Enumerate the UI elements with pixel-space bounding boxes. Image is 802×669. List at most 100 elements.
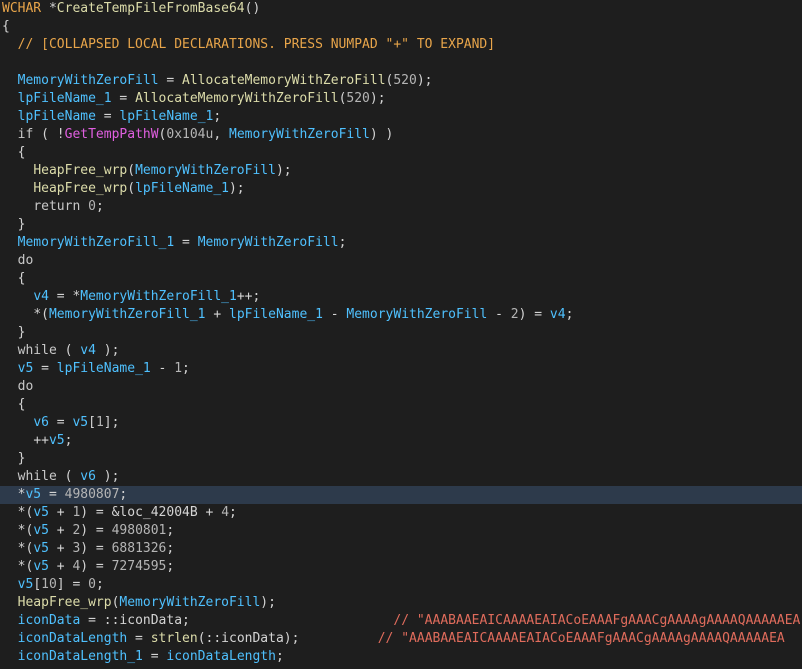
code-line[interactable]: *(v5 + 1) = &loc_42004B + 4; (0, 504, 802, 522)
code-token-var[interactable]: lpFileName (18, 109, 96, 124)
code-token-var[interactable]: MemoryWithZeroFill (135, 163, 276, 178)
code-token-var[interactable]: lpFileName_1 (18, 91, 112, 106)
code-token-punc: ]; (103, 415, 120, 430)
code-token-var[interactable]: v5 (33, 505, 49, 520)
code-token-var[interactable]: v4 (33, 289, 49, 304)
code-token-col: WCHAR (2, 1, 42, 16)
code-line[interactable]: return 0; (0, 198, 802, 216)
code-token-var[interactable]: lpFileName_1 (119, 109, 213, 124)
code-line[interactable]: v5 = lpFileName_1 - 1; (0, 360, 802, 378)
code-token-punc: [ (33, 577, 42, 592)
code-token-var[interactable]: v4 (550, 307, 566, 322)
code-token-var[interactable]: v5 (33, 559, 49, 574)
code-token-var[interactable]: iconDataLength (18, 631, 128, 646)
code-token-sp (2, 415, 33, 430)
code-token-var[interactable]: MemoryWithZeroFill_1 (80, 289, 237, 304)
code-token-fn[interactable]: HeapFree_wrp (33, 163, 127, 178)
code-token-lbl[interactable]: loc_42004B (119, 505, 197, 520)
code-token-var[interactable]: v4 (80, 343, 96, 358)
code-token-var[interactable]: v5 (25, 487, 41, 502)
code-line[interactable]: MemoryWithZeroFill_1 = MemoryWithZeroFil… (0, 234, 802, 252)
code-line[interactable]: WCHAR *CreateTempFileFromBase64() (0, 0, 802, 18)
code-token-punc: ; (166, 559, 175, 574)
code-line[interactable]: HeapFree_wrp(lpFileName_1); (0, 180, 802, 198)
code-line[interactable]: do (0, 378, 802, 396)
code-token-var[interactable]: lpFileName_1 (57, 361, 151, 376)
code-token-punc: ( (127, 163, 136, 178)
code-token-punc: ] = (56, 577, 89, 592)
code-token-fn[interactable]: AllocateMemoryWithZeroFill (182, 73, 386, 88)
code-line[interactable]: lpFileName = lpFileName_1; (0, 108, 802, 126)
code-line[interactable]: v6 = v5[1]; (0, 414, 802, 432)
code-token-var[interactable]: iconData (18, 613, 81, 628)
code-line[interactable]: MemoryWithZeroFill = AllocateMemoryWithZ… (0, 72, 802, 90)
code-line[interactable]: HeapFree_wrp(MemoryWithZeroFill); (0, 162, 802, 180)
code-token-punc: = (158, 73, 183, 88)
code-token-api[interactable]: GetTempPathW (65, 127, 159, 142)
code-line[interactable]: { (0, 18, 802, 36)
code-token-var[interactable]: v5 (72, 415, 88, 430)
code-token-punc: - (322, 307, 347, 322)
code-line[interactable]: *(v5 + 4) = 7274595; (0, 558, 802, 576)
code-token-var[interactable]: v5 (18, 361, 34, 376)
code-line[interactable]: v4 = *MemoryWithZeroFill_1++; (0, 288, 802, 306)
code-token-var[interactable]: MemoryWithZeroFill (119, 595, 260, 610)
code-line[interactable]: *v5 = 4980807; (0, 486, 802, 504)
code-token-var[interactable]: MemoryWithZeroFill_1 (18, 235, 175, 250)
code-token-var[interactable]: v5 (33, 523, 49, 538)
code-token-punc: + (48, 559, 73, 574)
code-line[interactable]: lpFileName_1 = AllocateMemoryWithZeroFil… (0, 90, 802, 108)
code-token-punc: ) = & (80, 505, 120, 520)
code-line[interactable]: } (0, 216, 802, 234)
code-token-punc: ; (64, 433, 73, 448)
code-token-var[interactable]: MemoryWithZeroFill (18, 73, 159, 88)
code-token-id[interactable]: iconData (119, 613, 182, 628)
code-token-num: 10 (41, 577, 57, 592)
code-token-fn[interactable]: HeapFree_wrp (18, 595, 112, 610)
code-token-punc: - (150, 361, 175, 376)
code-token-fn[interactable]: CreateTempFileFromBase64 (57, 1, 245, 16)
code-token-fn[interactable]: HeapFree_wrp (33, 181, 127, 196)
code-line[interactable]: iconDataLength_1 = iconDataLength; (0, 648, 802, 666)
code-line[interactable]: do (0, 252, 802, 270)
code-token-id[interactable]: iconData (221, 631, 284, 646)
code-line[interactable]: { (0, 270, 802, 288)
code-line[interactable]: HeapFree_wrp(MemoryWithZeroFill); (0, 594, 802, 612)
code-token-var[interactable]: MemoryWithZeroFill (198, 235, 339, 250)
code-line[interactable]: *(v5 + 2) = 4980801; (0, 522, 802, 540)
code-token-sp (2, 541, 18, 556)
code-token-var[interactable]: lpFileName_1 (229, 307, 323, 322)
code-line[interactable]: } (0, 324, 802, 342)
code-line[interactable]: // [COLLAPSED LOCAL DECLARATIONS. PRESS … (0, 36, 802, 54)
code-line[interactable]: *(MemoryWithZeroFill_1 + lpFileName_1 - … (0, 306, 802, 324)
code-line[interactable]: { (0, 396, 802, 414)
code-token-var[interactable]: v5 (33, 541, 49, 556)
code-token-var[interactable]: v5 (18, 577, 34, 592)
code-token-sp (2, 595, 18, 610)
code-token-var[interactable]: MemoryWithZeroFill (346, 307, 487, 322)
pseudocode-editor[interactable]: WCHAR *CreateTempFileFromBase64(){ // [C… (0, 0, 802, 669)
code-line[interactable]: ++v5; (0, 432, 802, 450)
code-token-var[interactable]: MemoryWithZeroFill (229, 127, 370, 142)
code-line[interactable]: if ( !GetTempPathW(0x104u, MemoryWithZer… (0, 126, 802, 144)
code-line[interactable] (0, 54, 802, 72)
code-token-fn[interactable]: AllocateMemoryWithZeroFill (135, 91, 339, 106)
code-token-var[interactable]: iconDataLength_1 (18, 649, 143, 664)
code-token-var[interactable]: MemoryWithZeroFill_1 (49, 307, 206, 322)
code-line[interactable]: { (0, 144, 802, 162)
code-token-var[interactable]: lpFileName_1 (135, 181, 229, 196)
code-line[interactable]: iconData = ::iconData; // "AAABAAEAICAAA… (0, 612, 802, 630)
code-token-num: 4 (221, 505, 230, 520)
code-line[interactable]: iconDataLength = strlen(::iconData); // … (0, 630, 802, 648)
code-token-var[interactable]: v6 (33, 415, 49, 430)
code-line[interactable]: while ( v6 ); (0, 468, 802, 486)
code-token-fn[interactable]: strlen (151, 631, 198, 646)
code-token-var[interactable]: v6 (80, 469, 96, 484)
code-token-punc: ; (213, 109, 222, 124)
code-line[interactable]: while ( v4 ); (0, 342, 802, 360)
code-line[interactable]: } (0, 450, 802, 468)
code-token-var[interactable]: v5 (49, 433, 65, 448)
code-line[interactable]: v5[10] = 0; (0, 576, 802, 594)
code-token-var[interactable]: iconDataLength (166, 649, 276, 664)
code-line[interactable]: *(v5 + 3) = 6881326; (0, 540, 802, 558)
